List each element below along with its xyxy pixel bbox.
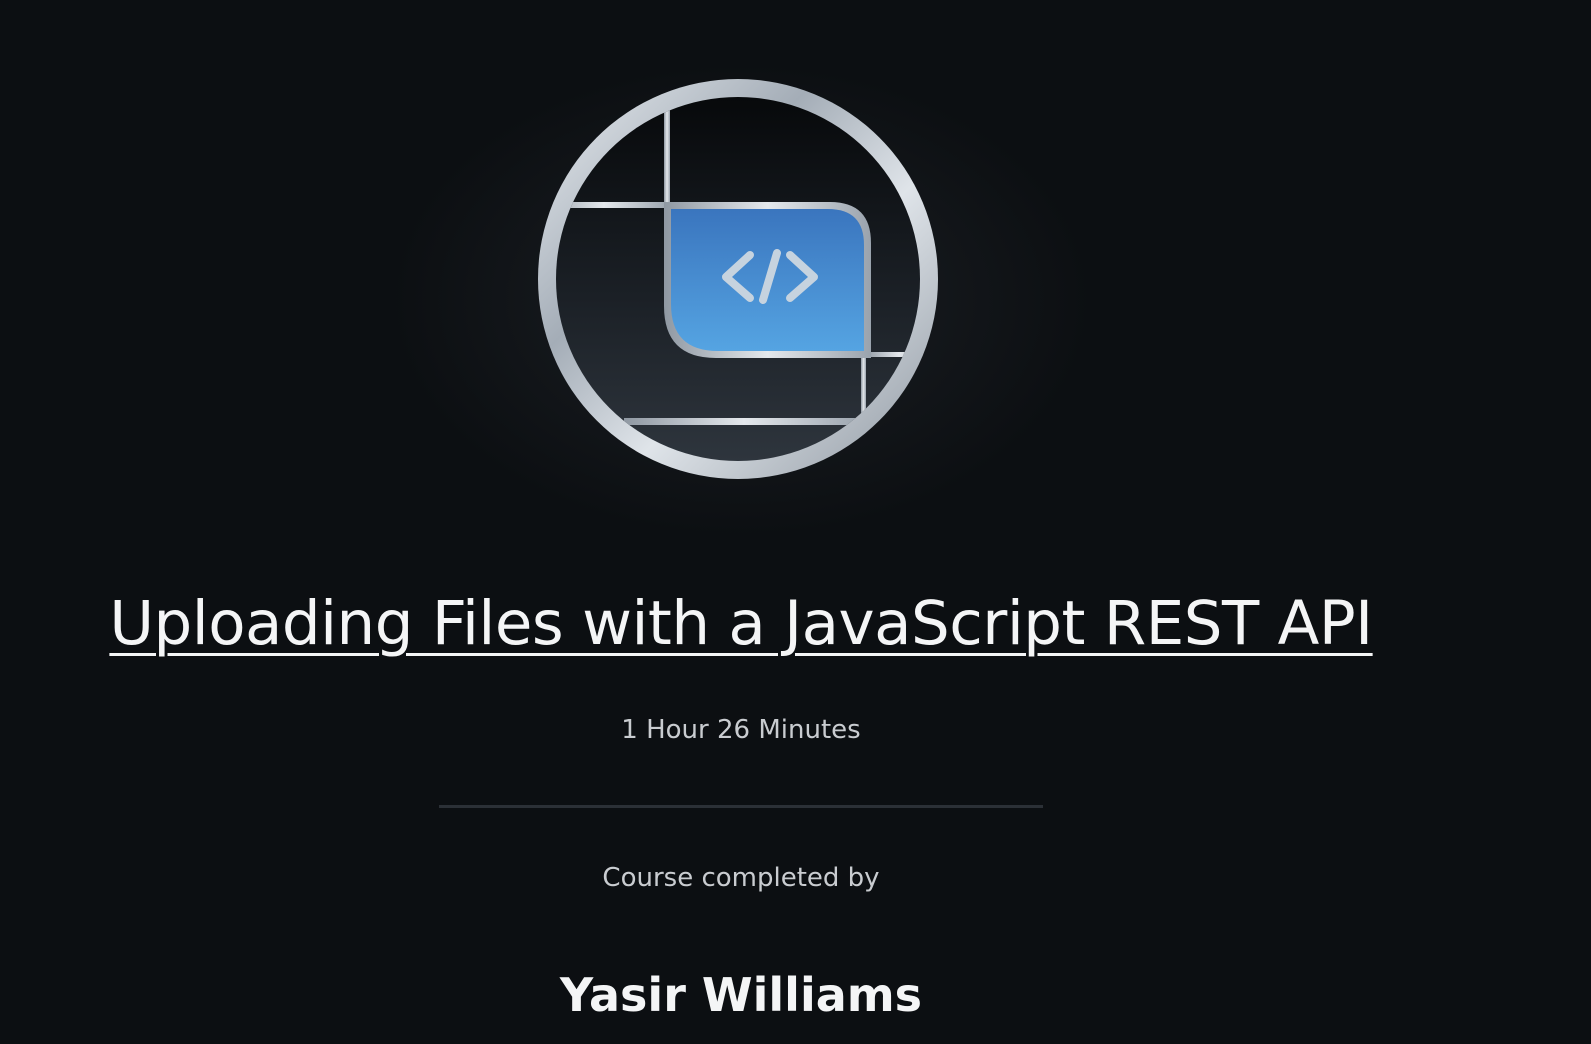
recipient-name: Yasir Williams [559, 968, 923, 1022]
course-badge [538, 76, 944, 482]
course-title-link[interactable]: Uploading Files with a JavaScript REST A… [0, 588, 1482, 659]
divider [439, 805, 1043, 808]
completed-by-label: Course completed by [602, 863, 880, 893]
certificate-page: Uploading Files with a JavaScript REST A… [0, 0, 1591, 1044]
course-duration: 1 Hour 26 Minutes [621, 715, 861, 745]
